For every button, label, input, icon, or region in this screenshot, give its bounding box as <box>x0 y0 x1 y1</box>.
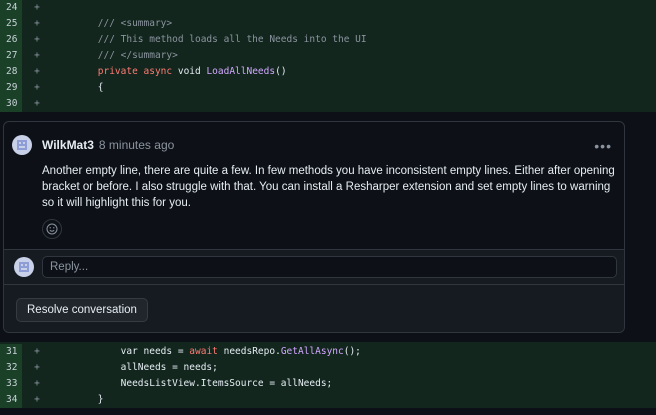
diff-sign: + <box>34 346 40 357</box>
diff-sign: + <box>34 82 40 93</box>
code-token: (); <box>343 346 361 357</box>
diff-sign: + <box>34 66 40 77</box>
code-token: () <box>275 66 287 77</box>
diff-line[interactable]: 30 + <box>0 96 656 112</box>
code-token: /// </summary> <box>52 50 178 61</box>
code-text: /// <summary> <box>52 16 172 32</box>
code-token: allNeeds = needs; <box>52 362 218 373</box>
diff-line[interactable]: 31 + var needs = await needsRepo.GetAllAs… <box>0 344 656 360</box>
diff-sign: + <box>34 34 40 45</box>
code-token: } <box>52 394 104 405</box>
code-token: var needs = <box>52 346 190 357</box>
line-number[interactable]: 27 <box>0 48 22 64</box>
comment-author[interactable]: WilkMat3 <box>42 138 94 152</box>
diff-sign: + <box>34 2 40 13</box>
code-text: allNeeds = needs; <box>52 360 218 376</box>
code-text: } <box>52 392 104 408</box>
code-token: NeedsListView.ItemsSource = allNeeds; <box>52 378 333 389</box>
code-token: /// This method loads all the Needs into… <box>52 34 367 45</box>
diff-line[interactable]: 25 + /// <summary> <box>0 16 656 32</box>
diff-sign: + <box>34 378 40 389</box>
code-text: NeedsListView.ItemsSource = allNeeds; <box>52 376 333 392</box>
diff-sign: + <box>34 18 40 29</box>
reply-row <box>4 249 624 284</box>
diff-line[interactable]: 24 + <box>0 0 656 16</box>
kebab-horizontal-icon[interactable]: ••• <box>594 138 612 154</box>
line-number[interactable]: 31 <box>0 344 22 360</box>
code-text: private async void LoadAllNeeds() <box>52 64 287 80</box>
diff-line[interactable]: 32 + allNeeds = needs; <box>0 360 656 376</box>
resolve-row: Resolve conversation <box>4 284 624 332</box>
review-comment: WilkMat3 8 minutes ago ••• Another empty… <box>4 122 624 249</box>
diff-sign: + <box>34 362 40 373</box>
code-token: await <box>189 346 224 357</box>
review-thread: WilkMat3 8 minutes ago ••• Another empty… <box>3 121 625 333</box>
line-number[interactable]: 28 <box>0 64 22 80</box>
resolve-conversation-button[interactable]: Resolve conversation <box>16 298 148 322</box>
diff-line[interactable]: 34 + } <box>0 392 656 408</box>
code-token: private async <box>52 66 178 77</box>
code-text: /// </summary> <box>52 48 178 64</box>
diff-line[interactable]: 26 + /// This method loads all the Needs … <box>0 32 656 48</box>
code-token: /// <summary> <box>52 18 173 29</box>
diff-line[interactable]: 28 + private async void LoadAllNeeds() <box>0 64 656 80</box>
line-number[interactable]: 24 <box>0 0 22 16</box>
line-number[interactable]: 34 <box>0 392 22 408</box>
line-number[interactable]: 33 <box>0 376 22 392</box>
code-token: needsRepo. <box>223 346 281 357</box>
diff-line[interactable]: 29 + { <box>0 80 656 96</box>
code-token: void <box>177 66 207 77</box>
diff-bottom: 31 + var needs = await needsRepo.GetAllAs… <box>0 342 656 408</box>
identicon-icon <box>19 262 29 272</box>
diff-line[interactable]: 27 + /// </summary> <box>0 48 656 64</box>
code-token: { <box>52 82 104 93</box>
line-number[interactable]: 25 <box>0 16 22 32</box>
line-number[interactable]: 29 <box>0 80 22 96</box>
identicon-icon <box>17 140 27 150</box>
line-number[interactable]: 30 <box>0 96 22 112</box>
code-text: { <box>52 80 104 96</box>
code-text: var needs = await needsRepo.GetAllAsync(… <box>52 344 361 360</box>
line-number[interactable]: 32 <box>0 360 22 376</box>
avatar[interactable] <box>12 135 32 155</box>
code-text: /// This method loads all the Needs into… <box>52 32 367 48</box>
line-number[interactable]: 26 <box>0 32 22 48</box>
code-token: GetAllAsync <box>280 346 344 357</box>
review-thread-container: WilkMat3 8 minutes ago ••• Another empty… <box>0 112 656 342</box>
reply-input[interactable] <box>42 256 617 278</box>
comment-body: Another empty line, there are quite a fe… <box>42 165 615 209</box>
smiley-icon <box>46 223 58 235</box>
diff-top: 24 +25 + /// <summary> 26 + /// This method … <box>0 0 656 112</box>
add-reaction-button[interactable] <box>42 219 62 239</box>
diff-sign: + <box>34 98 40 109</box>
comment-header: WilkMat3 8 minutes ago <box>12 134 616 156</box>
diff-sign: + <box>34 50 40 61</box>
current-user-avatar <box>14 257 34 277</box>
comment-timestamp[interactable]: 8 minutes ago <box>99 138 174 152</box>
diff-line[interactable]: 33 + NeedsListView.ItemsSource = allNeeds… <box>0 376 656 392</box>
diff-sign: + <box>34 394 40 405</box>
code-token: LoadAllNeeds <box>206 66 276 77</box>
